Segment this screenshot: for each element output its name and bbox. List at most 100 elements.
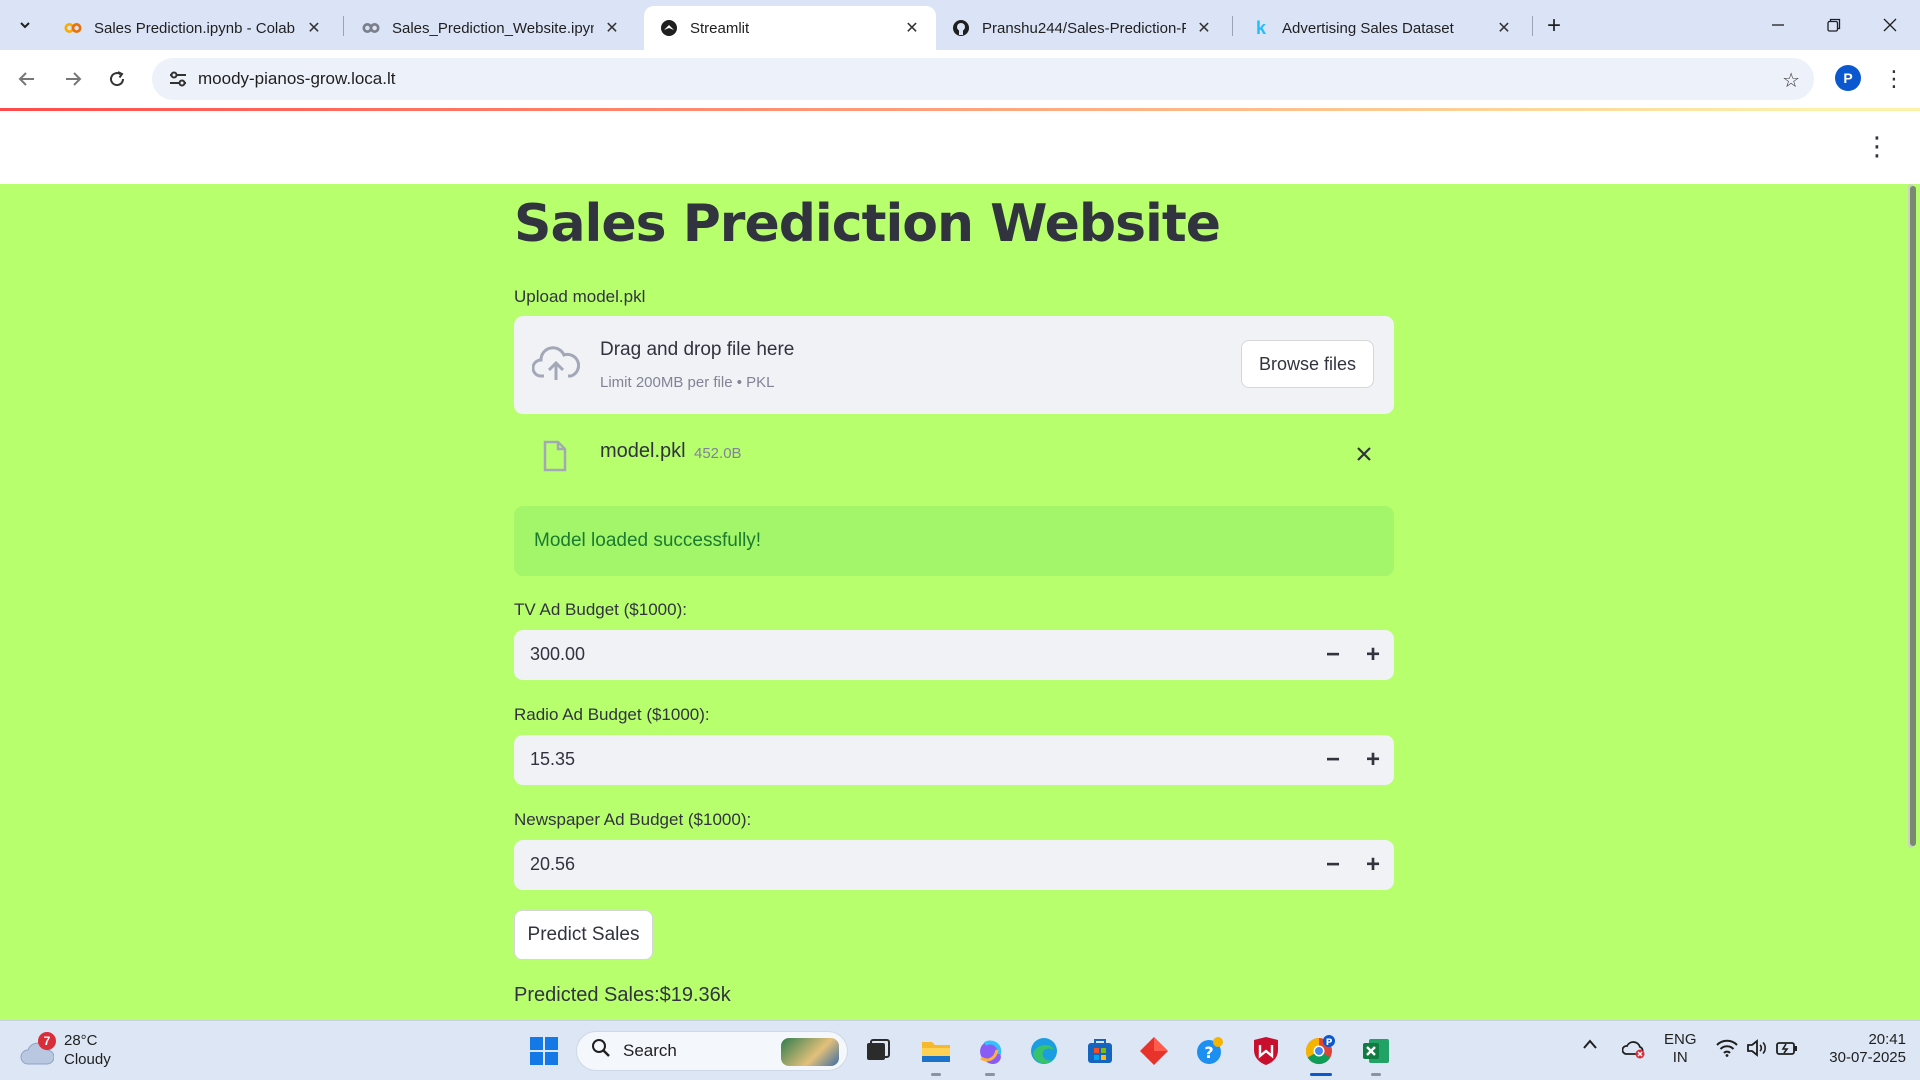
edge-browser-icon[interactable] (1026, 1033, 1062, 1069)
tab-github[interactable]: Pranshu244/Sales-Prediction-P ✕ (936, 6, 1228, 50)
scrollbar-thumb[interactable] (1910, 186, 1916, 846)
forward-button[interactable] (56, 62, 90, 96)
chevron-up-icon (1583, 1039, 1597, 1049)
restore-button[interactable] (1806, 0, 1862, 50)
close-icon[interactable]: ✕ (602, 18, 622, 38)
file-name: model.pkl (600, 440, 686, 462)
close-icon[interactable]: ✕ (902, 18, 922, 38)
close-icon (1357, 447, 1371, 461)
file-dropzone[interactable]: Drag and drop file here Limit 200MB per … (514, 316, 1394, 414)
close-icon[interactable]: ✕ (304, 18, 324, 38)
mcafee-icon[interactable] (1248, 1033, 1284, 1069)
tab-title: Streamlit (690, 19, 750, 37)
close-icon[interactable]: ✕ (1194, 18, 1214, 38)
streamlit-icon (660, 19, 678, 37)
language-indicator[interactable]: ENG IN (1664, 1031, 1697, 1067)
file-explorer-icon[interactable] (918, 1033, 954, 1069)
newspaper-budget-value[interactable]: 20.56 (530, 854, 575, 875)
running-indicator (931, 1073, 941, 1076)
minimize-button[interactable] (1750, 0, 1806, 50)
tab-kaggle[interactable]: k Advertising Sales Dataset ✕ (1236, 6, 1528, 50)
get-help-icon[interactable]: ? (1192, 1033, 1228, 1069)
newspaper-budget-decrement[interactable]: − (1318, 850, 1348, 880)
browser-tabstrip: Sales Prediction.ipynb - Colab ✕ Sales_P… (0, 0, 1920, 50)
arrow-right-icon (66, 72, 82, 86)
predict-sales-button[interactable]: Predict Sales (514, 910, 653, 960)
close-icon[interactable]: ✕ (1494, 18, 1514, 38)
arrow-left-icon (18, 72, 34, 86)
wifi-icon[interactable] (1716, 1039, 1738, 1062)
weather-widget[interactable]: 7 28°C Cloudy (20, 1031, 111, 1069)
minimize-icon (1772, 24, 1784, 26)
predicted-sales-text: Predicted Sales:$19.36k (514, 984, 731, 1006)
weather-alert-badge: 7 (38, 1032, 56, 1050)
new-tab-button[interactable]: + (1540, 12, 1568, 40)
taskbar-search[interactable]: Search (576, 1031, 848, 1071)
profile-avatar[interactable]: P (1835, 65, 1861, 91)
reload-button[interactable] (100, 62, 134, 96)
browser-menu-icon[interactable]: ⋮ (1880, 64, 1908, 94)
excel-icon[interactable] (1358, 1033, 1394, 1069)
back-button[interactable] (10, 62, 44, 96)
radio-budget-value[interactable]: 15.35 (530, 749, 575, 770)
streamlit-header: ⋮ (0, 111, 1920, 184)
cloud-icon: 7 (20, 1032, 56, 1066)
task-view-icon[interactable] (860, 1033, 896, 1069)
tab-title: Advertising Sales Dataset (1282, 19, 1454, 37)
tab-streamlit[interactable]: Streamlit ✕ (644, 6, 936, 50)
remove-file-button[interactable] (1350, 440, 1378, 468)
app-red-diamond-icon[interactable] (1136, 1033, 1172, 1069)
tv-budget-value[interactable]: 300.00 (530, 644, 585, 665)
microsoft-store-icon[interactable] (1082, 1033, 1118, 1069)
tab-title: Sales_Prediction_Website.ipynb (392, 19, 594, 37)
weather-temperature: 28°C (64, 1032, 98, 1049)
volume-icon[interactable] (1746, 1039, 1768, 1062)
tv-budget-decrement[interactable]: − (1318, 640, 1348, 670)
tab-divider (343, 16, 344, 36)
tab-colab-notebook[interactable]: Sales Prediction.ipynb - Colab ✕ (48, 6, 338, 50)
clock-date: 30-07-2025 (1829, 1049, 1906, 1066)
window-close-button[interactable] (1862, 0, 1918, 50)
active-app-indicator (1310, 1073, 1332, 1076)
tv-budget-increment[interactable]: + (1358, 640, 1388, 670)
newspaper-budget-label: Newspaper Ad Budget ($1000): (514, 810, 752, 829)
tab-divider (1232, 16, 1233, 36)
clock[interactable]: 20:41 30-07-2025 (1816, 1031, 1906, 1067)
main-menu-icon[interactable]: ⋮ (1864, 133, 1890, 159)
newspaper-budget-input[interactable]: 20.56 − + (514, 840, 1394, 890)
tv-budget-label: TV Ad Budget ($1000): (514, 600, 687, 619)
copilot-icon[interactable] (972, 1033, 1008, 1069)
site-settings-icon[interactable] (158, 71, 198, 87)
address-bar[interactable]: moody-pianos-grow.loca.lt ☆ (152, 58, 1814, 100)
file-size: 452.0B (694, 445, 742, 462)
radio-budget-increment[interactable]: + (1358, 745, 1388, 775)
radio-budget-input[interactable]: 15.35 − + (514, 735, 1394, 785)
battery-icon[interactable] (1776, 1039, 1798, 1062)
windows-taskbar: 7 28°C Cloudy Search ? P ENG IN 20:41 30… (0, 1020, 1920, 1080)
chevron-down-icon (20, 22, 30, 29)
browse-files-button[interactable]: Browse files (1241, 340, 1374, 388)
uploaded-file-row: model.pkl 452.0B (514, 430, 1394, 480)
url-text: moody-pianos-grow.loca.lt (198, 69, 396, 88)
show-hidden-icons-button[interactable] (1582, 1037, 1598, 1055)
dropzone-limit: Limit 200MB per file • PKL (600, 374, 775, 391)
search-label: Search (623, 1041, 677, 1060)
chrome-profile-badge: P (1326, 1038, 1333, 1048)
tab-search-button[interactable] (10, 10, 40, 40)
kaggle-icon: k (1255, 17, 1266, 38)
bookmark-star-icon[interactable]: ☆ (1782, 68, 1800, 93)
tab-colab-website[interactable]: Sales_Prediction_Website.ipynb ✕ (346, 6, 636, 50)
tab-title: Pranshu244/Sales-Prediction-P (982, 19, 1186, 37)
clock-time: 20:41 (1868, 1031, 1906, 1048)
chrome-icon[interactable]: P (1302, 1033, 1338, 1069)
dropzone-instructions: Drag and drop file here (600, 339, 795, 360)
radio-budget-decrement[interactable]: − (1318, 745, 1348, 775)
windows-start-icon[interactable] (526, 1033, 562, 1069)
restore-icon (1827, 18, 1841, 32)
newspaper-budget-increment[interactable]: + (1358, 850, 1388, 880)
page-title: Sales Prediction Website (514, 194, 1221, 254)
tv-budget-input[interactable]: 300.00 − + (514, 630, 1394, 680)
onedrive-error-icon[interactable] (1621, 1039, 1646, 1064)
file-icon (543, 440, 567, 472)
weather-condition: Cloudy (64, 1051, 111, 1068)
